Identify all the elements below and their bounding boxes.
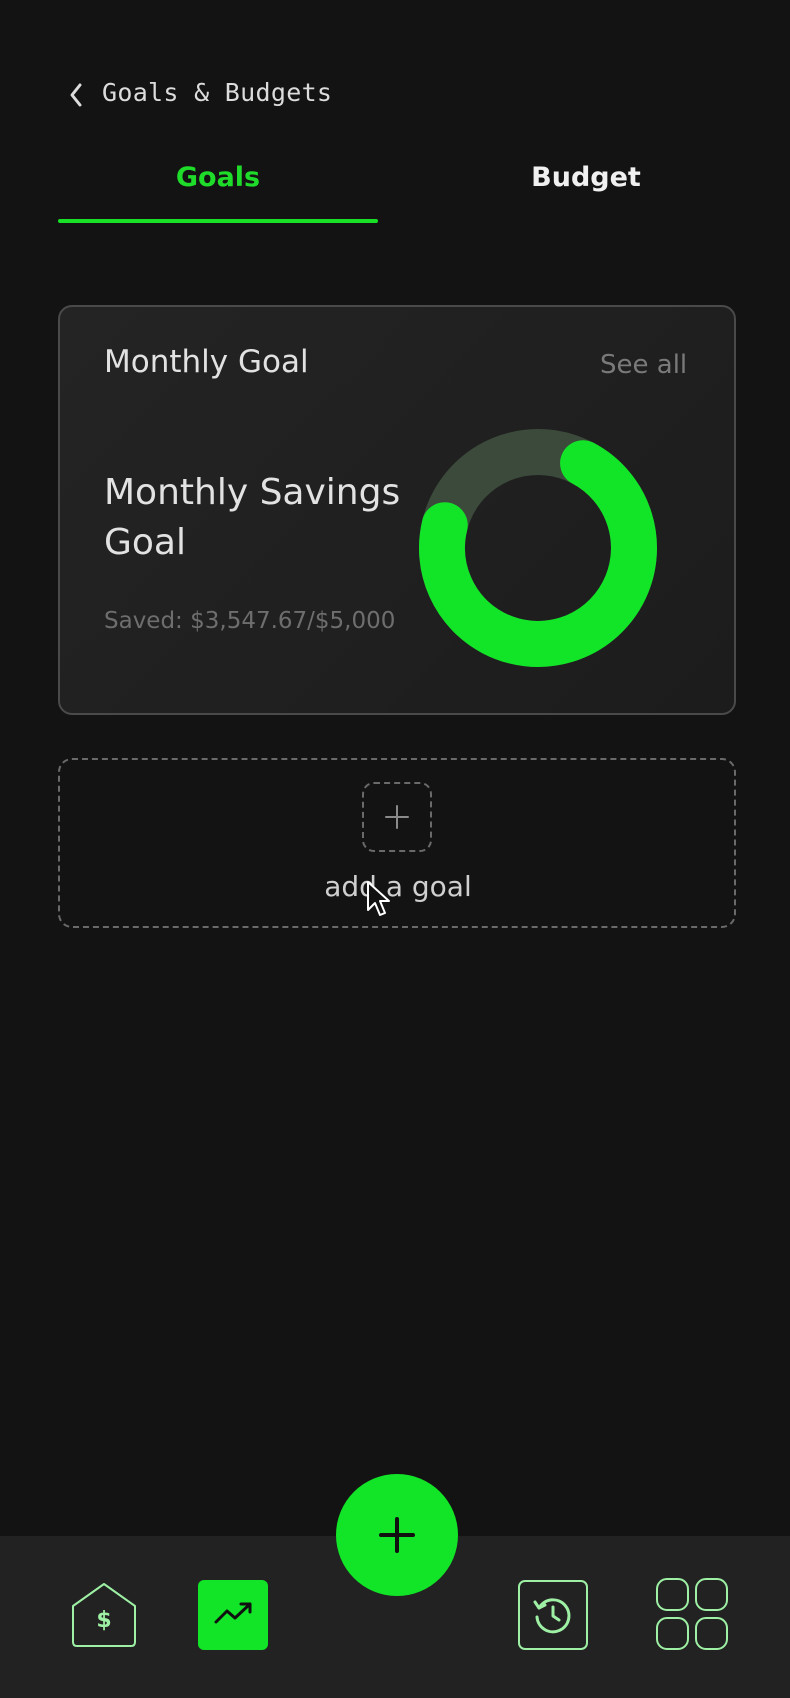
tab-budget[interactable]: Budget	[426, 162, 746, 193]
page-title: Goals & Budgets	[102, 78, 333, 107]
goal-saved-amount: Saved: $3,547.67/$5,000	[104, 608, 396, 634]
svg-text:$: $	[96, 1608, 111, 1633]
goal-name: Monthly Savings Goal	[104, 472, 401, 563]
apps-grid-icon[interactable]	[656, 1578, 728, 1650]
chevron-left-icon[interactable]	[62, 80, 92, 110]
plus-icon	[385, 805, 409, 829]
add-goal-label: add a goal	[324, 870, 472, 903]
home-dollar-icon[interactable]: $	[69, 1580, 139, 1650]
active-tab-indicator	[58, 219, 378, 223]
nav-trends-button[interactable]	[198, 1580, 268, 1650]
card-title: Monthly Goal	[104, 344, 309, 380]
history-icon[interactable]	[518, 1580, 588, 1650]
add-goal-plus-button[interactable]	[362, 782, 432, 852]
goal-progress-ring	[419, 429, 657, 667]
see-all-link[interactable]: See all	[600, 350, 687, 380]
plus-icon	[379, 1517, 415, 1553]
tab-goals[interactable]: Goals	[58, 162, 378, 193]
trending-up-icon	[214, 1602, 252, 1624]
mouse-cursor-icon	[367, 881, 390, 916]
add-floating-button[interactable]	[336, 1474, 458, 1596]
